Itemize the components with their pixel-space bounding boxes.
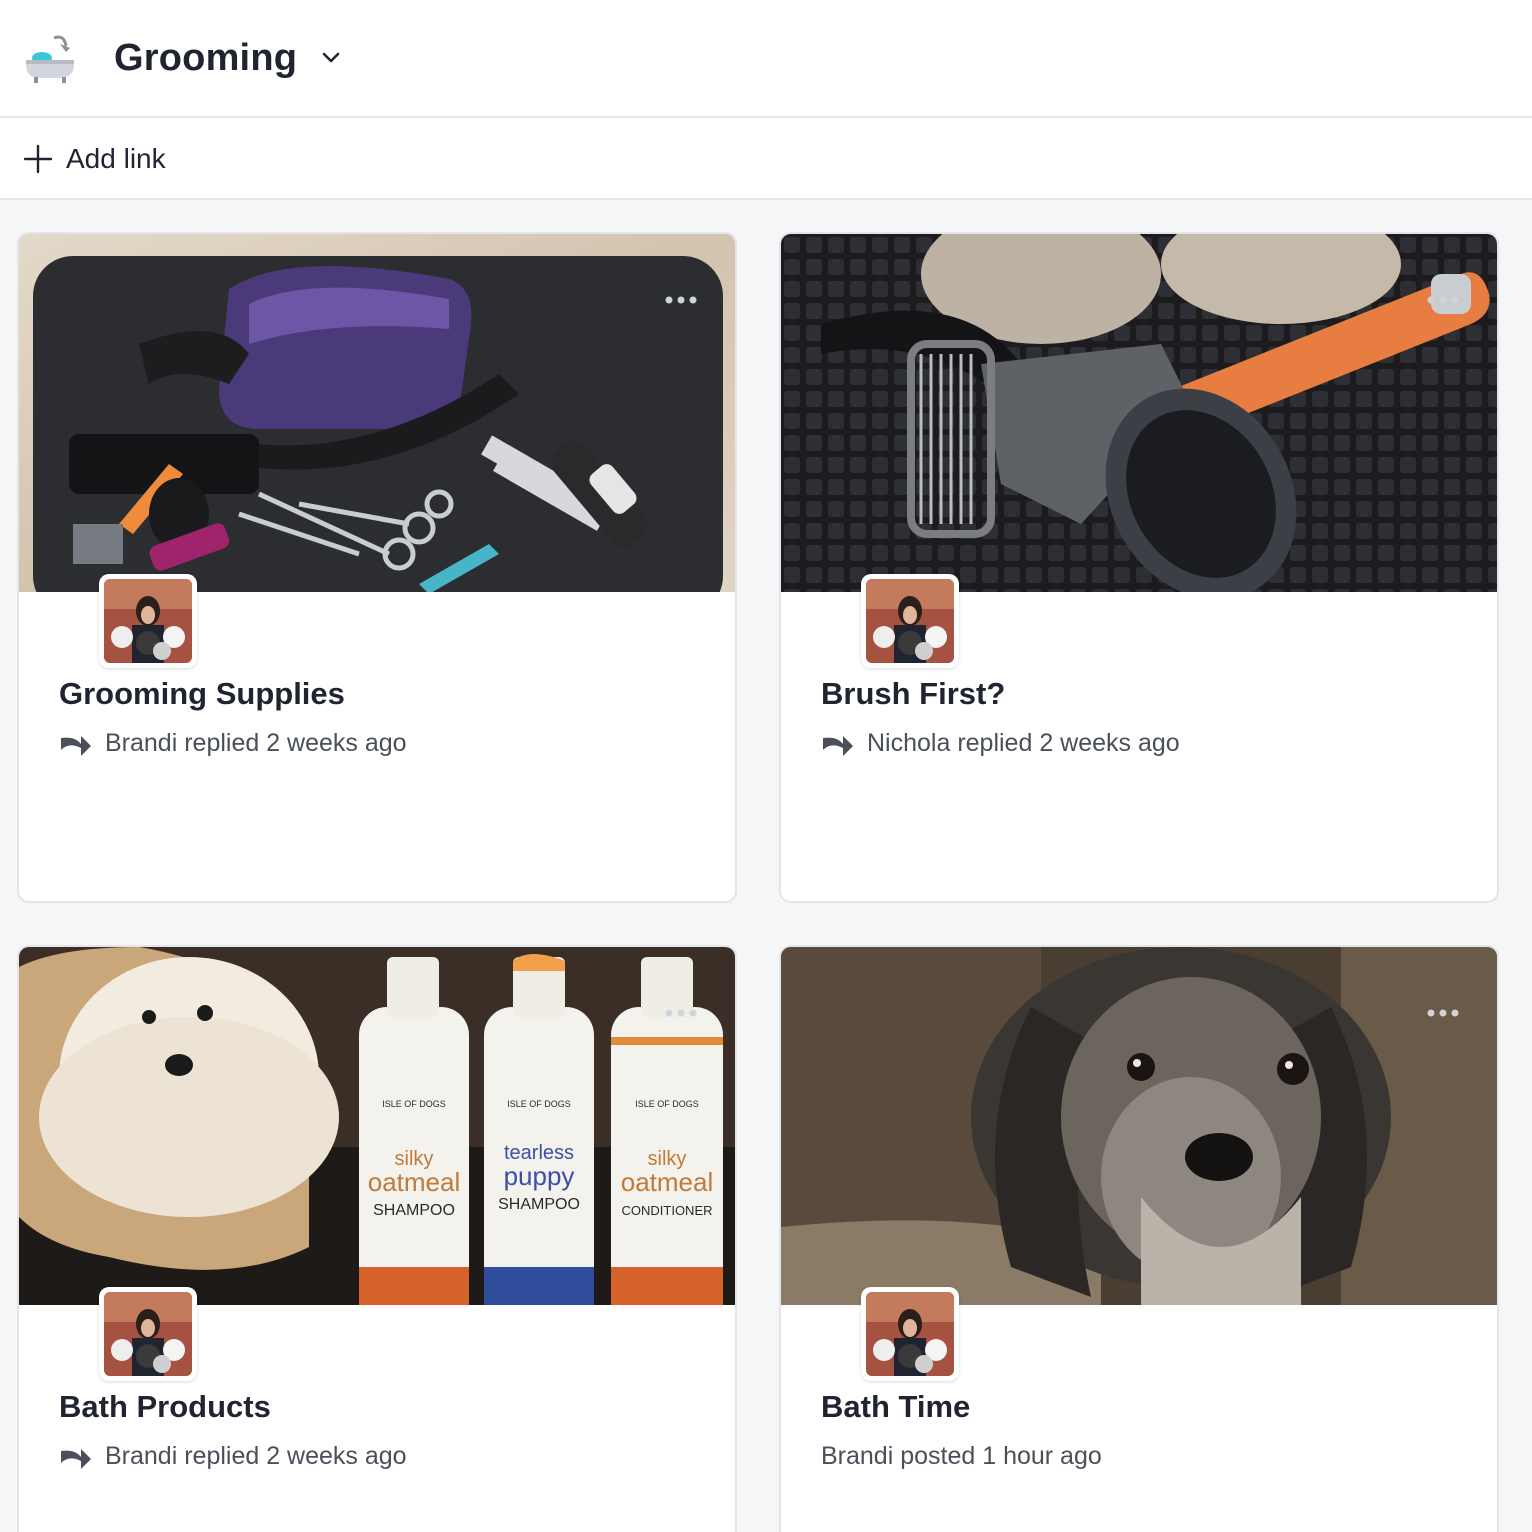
wet-dog-photo: [781, 947, 1497, 1305]
more-options-icon[interactable]: [661, 292, 701, 308]
bottle-brand: ISLE OF DOGS: [507, 1099, 571, 1109]
card-title[interactable]: Brush First?: [821, 676, 1005, 712]
card-bath-time[interactable]: Bath Time Brandi posted 1 hour ago: [779, 945, 1499, 1532]
shampoo-bottles-photo: ISLE OF DOGS silky oatmeal SHAMPOO ISLE …: [19, 947, 735, 1305]
add-link-button[interactable]: Add link: [22, 138, 166, 180]
card-bath-products[interactable]: ISLE OF DOGS silky oatmeal SHAMPOO ISLE …: [17, 945, 737, 1532]
card-brush-first[interactable]: Brush First? Nichola replied 2 weeks ago: [779, 232, 1499, 903]
more-options-icon[interactable]: [1423, 1005, 1463, 1021]
bottle-name-line2: oatmeal: [621, 1167, 714, 1197]
add-link-label: Add link: [66, 143, 166, 174]
bottle-type: SHAMPOO: [373, 1202, 455, 1219]
card-grooming-supplies[interactable]: Grooming Supplies Brandi replied 2 weeks…: [17, 232, 737, 903]
card-title[interactable]: Bath Products: [59, 1389, 271, 1425]
card-meta: Brandi posted 1 hour ago: [821, 1439, 1102, 1473]
reply-arrow-icon: [59, 1443, 93, 1469]
grooming-tools-photo: [19, 234, 735, 592]
card-title[interactable]: Bath Time: [821, 1389, 970, 1425]
avatar[interactable]: [99, 1287, 197, 1381]
plus-icon: [22, 143, 54, 175]
avatar[interactable]: [861, 1287, 959, 1381]
avatar[interactable]: [99, 574, 197, 668]
space-header: Grooming: [0, 0, 1532, 118]
reply-arrow-icon: [821, 730, 855, 756]
card-meta: Brandi replied 2 weeks ago: [59, 726, 407, 760]
avatar[interactable]: [861, 574, 959, 668]
toolbar: Add link: [0, 118, 1532, 200]
bottle-name-line2: puppy: [504, 1161, 575, 1191]
card-title[interactable]: Grooming Supplies: [59, 676, 345, 712]
chevron-down-icon[interactable]: [319, 46, 343, 70]
card-meta-text: Brandi posted 1 hour ago: [821, 1441, 1102, 1470]
more-options-icon[interactable]: [661, 1005, 701, 1021]
card-meta: Brandi replied 2 weeks ago: [59, 1439, 407, 1473]
space-title-dropdown[interactable]: Grooming: [114, 30, 343, 86]
card-meta-text: Brandi replied 2 weeks ago: [105, 1441, 407, 1470]
page-title: Grooming: [114, 36, 298, 79]
bottle-brand: ISLE OF DOGS: [635, 1099, 699, 1109]
reply-arrow-icon: [59, 730, 93, 756]
card-meta: Nichola replied 2 weeks ago: [821, 726, 1180, 760]
card-meta-text: Brandi replied 2 weeks ago: [105, 728, 407, 757]
bottle-type: SHAMPOO: [498, 1196, 580, 1213]
card-meta-text: Nichola replied 2 weeks ago: [867, 728, 1180, 757]
bottle-type: CONDITIONER: [622, 1203, 713, 1218]
bathtub-icon: [22, 30, 78, 86]
bottle-name-line2: oatmeal: [368, 1167, 461, 1197]
more-options-icon[interactable]: [1423, 292, 1463, 308]
brushes-photo: [781, 234, 1497, 592]
bottle-brand: ISLE OF DOGS: [382, 1099, 446, 1109]
